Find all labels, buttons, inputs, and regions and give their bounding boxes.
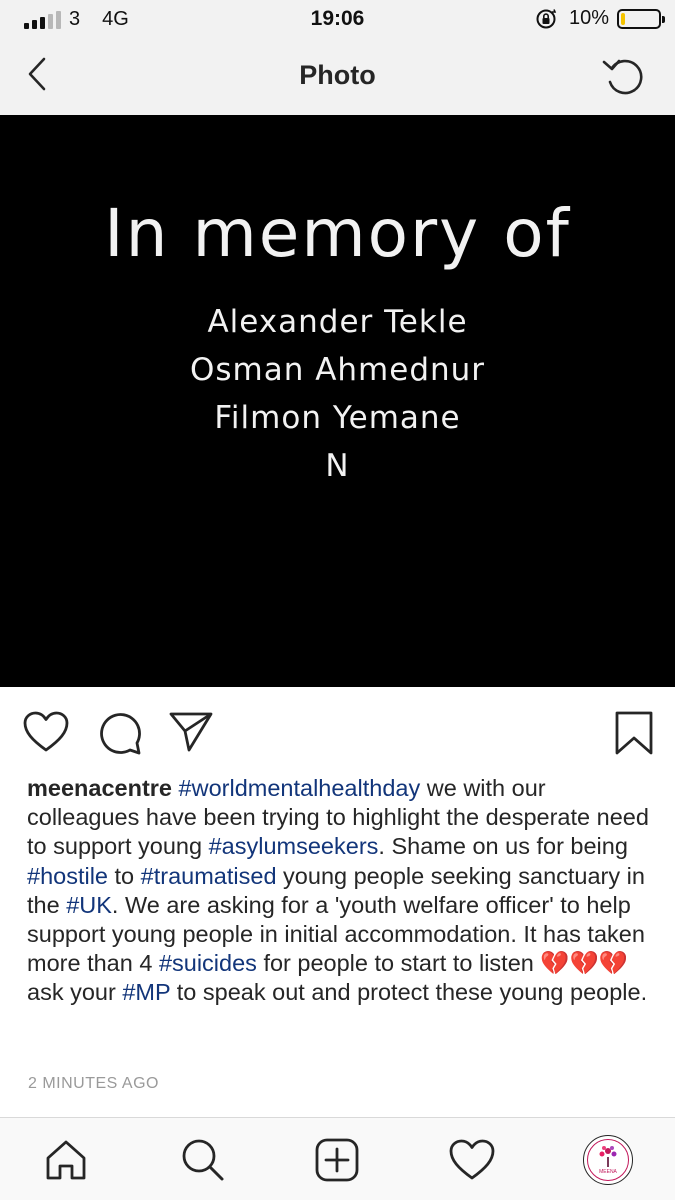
post-photo[interactable]: In memory of Alexander Tekle Osman Ahmed… [0,115,675,687]
battery-icon [617,8,665,29]
post-actions [0,700,675,764]
hashtag-link[interactable]: #asylumseekers [209,833,379,859]
caption-username[interactable]: meenacentre [27,775,172,801]
home-icon[interactable] [42,1136,90,1184]
tree-logo-icon [599,1146,617,1167]
rotate-icon[interactable] [599,54,649,100]
orientation-lock-icon [536,8,557,28]
hashtag-link[interactable]: #hostile [27,863,108,889]
avatar-logo: MEENA [587,1139,629,1181]
caption-text: to [108,862,141,889]
post-caption: meenacentre #worldmentalhealthday we wit… [27,774,652,1008]
add-post-icon[interactable] [313,1136,361,1184]
photo-name-4: N [325,448,350,484]
photo-name-3: Filmon Yemane [214,400,461,436]
status-bar: 3 4G 19:06 10% [0,0,675,38]
profile-avatar[interactable]: MEENA [583,1135,633,1185]
photo-heading: In memory of [104,195,571,272]
hashtag-link[interactable]: #traumatised [141,863,277,889]
bookmark-icon[interactable] [613,710,655,756]
page-title: Photo [299,60,376,90]
activity-heart-icon[interactable] [448,1136,496,1184]
hashtag-link[interactable]: #MP [122,979,170,1005]
hashtag-link[interactable]: #suicides [159,950,257,976]
photo-name-2: Osman Ahmednur [189,352,486,388]
caption-text: to speak out and protect these young peo… [170,979,648,1006]
caption-body: #worldmentalhealthday we with our collea… [27,775,649,1005]
search-icon[interactable] [178,1136,226,1184]
caption-text: . Shame on us for being [378,833,628,860]
avatar-label: MEENA [599,1169,617,1175]
share-icon[interactable] [168,710,214,754]
comment-icon[interactable] [97,710,143,756]
battery-percent: 10% [568,7,609,29]
photo-name-1: Alexander Tekle [207,304,468,340]
nav-bar: Photo [0,38,675,115]
hashtag-link[interactable]: #worldmentalhealthday [179,775,421,801]
post-timestamp: 2 MINUTES AGO [28,1075,159,1092]
status-right: 10% [535,7,665,30]
heart-icon[interactable] [22,710,70,754]
hashtag-link[interactable]: #UK [66,892,112,918]
tab-bar: MEENA [0,1117,675,1200]
battery-fill [621,12,625,25]
